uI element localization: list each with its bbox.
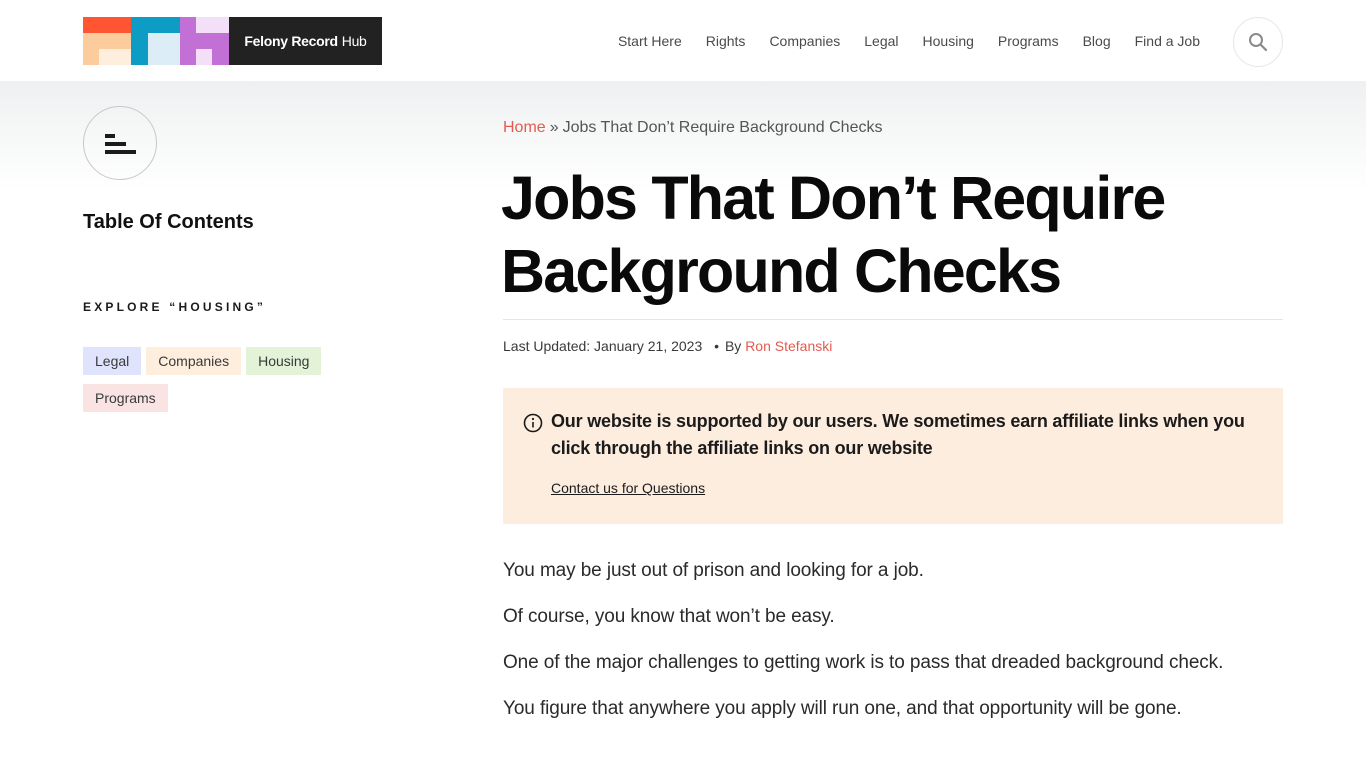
nav-housing[interactable]: Housing — [923, 33, 974, 49]
site-header: Felony Record Hub Start Here Rights Comp… — [0, 0, 1366, 81]
nav-blog[interactable]: Blog — [1083, 33, 1111, 49]
explore-title: Explore “Housing” — [83, 300, 267, 314]
author-link[interactable]: Ron Stefanski — [745, 338, 832, 354]
tag-companies[interactable]: Companies — [146, 347, 242, 375]
nav-programs[interactable]: Programs — [998, 33, 1059, 49]
breadcrumb-separator: » — [549, 119, 559, 136]
category-tags: Legal Companies Housing Programs — [83, 347, 343, 412]
page-title: Jobs That Don’t Require Background Check… — [501, 164, 1166, 305]
last-updated: Last Updated: January 21, 2023 — [503, 338, 703, 354]
search-button[interactable] — [1233, 17, 1283, 67]
nav-find-a-job[interactable]: Find a Job — [1135, 33, 1200, 49]
breadcrumb: Home» Jobs That Don’t Require Background … — [503, 119, 882, 137]
tag-programs[interactable]: Programs — [83, 384, 168, 412]
article-body: You may be just out of prison and lookin… — [503, 556, 1263, 740]
info-icon — [523, 413, 543, 433]
breadcrumb-current: Jobs That Don’t Require Background Check… — [562, 119, 883, 136]
paragraph: You may be just out of prison and lookin… — [503, 560, 924, 581]
logo-brand-bold: Felony Record — [244, 33, 338, 49]
main-nav: Start Here Rights Companies Legal Housin… — [594, 33, 1200, 49]
tag-legal[interactable]: Legal — [83, 347, 142, 375]
paragraph: One of the major challenges to getting w… — [503, 652, 1224, 673]
nav-start-here[interactable]: Start Here — [618, 33, 682, 49]
contact-link[interactable]: Contact us for Questions — [551, 480, 705, 496]
search-icon — [1249, 33, 1268, 52]
meta-dot: • — [714, 338, 720, 354]
paragraph: Of course, you know that won’t be easy. — [503, 606, 835, 627]
tag-housing[interactable]: Housing — [246, 347, 322, 375]
title-divider — [503, 319, 1283, 320]
notice-text: Our website is supported by our users. W… — [551, 411, 1245, 458]
nav-legal[interactable]: Legal — [864, 33, 898, 49]
logo-wordmark: Felony Record Hub — [229, 17, 382, 65]
site-logo[interactable]: Felony Record Hub — [83, 17, 382, 65]
logo-brand-light: Hub — [341, 33, 367, 49]
breadcrumb-home-link[interactable]: Home — [503, 119, 546, 136]
toc-toggle-button[interactable] — [83, 106, 157, 180]
affiliate-notice: Our website is supported by our users. W… — [503, 388, 1283, 524]
logo-mark-icon — [83, 17, 229, 65]
meta-by: By — [724, 338, 742, 354]
nav-rights[interactable]: Rights — [706, 33, 746, 49]
paragraph: You figure that anywhere you apply will … — [503, 698, 1182, 719]
toc-title: Table Of Contents — [83, 211, 254, 233]
nav-companies[interactable]: Companies — [769, 33, 840, 49]
article-meta: Last Updated: January 21, 2023 • By Ron … — [503, 338, 832, 354]
